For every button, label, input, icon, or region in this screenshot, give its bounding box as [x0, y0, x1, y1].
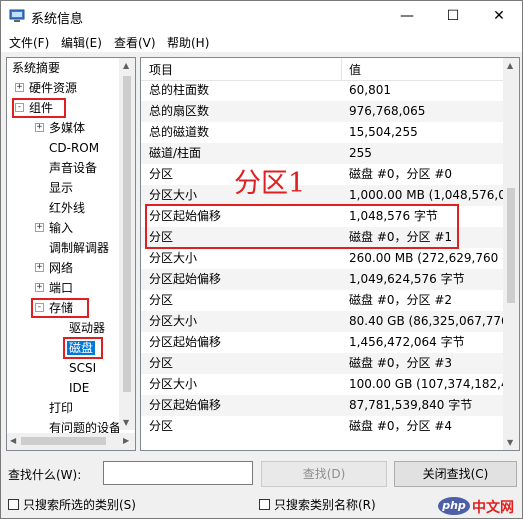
scroll-right-arrow-icon[interactable]: ▶	[123, 436, 129, 445]
highlight-box-storage	[31, 298, 89, 318]
tree-item-ports[interactable]: + 端口	[35, 278, 73, 298]
table-row[interactable]: 分区起始偏移 1,049,624,576 字节	[141, 269, 503, 290]
tree-item-input[interactable]: + 输入	[35, 218, 73, 238]
expand-icon[interactable]: +	[35, 263, 44, 272]
tree-item-printing[interactable]: 打印	[49, 398, 73, 418]
scroll-left-arrow-icon[interactable]: ◀	[10, 436, 16, 445]
tree-item-display[interactable]: 显示	[49, 178, 73, 198]
scroll-up-arrow-icon[interactable]: ▲	[507, 61, 513, 70]
menu-file[interactable]: 文件(F)	[9, 34, 49, 51]
tree-item-modem[interactable]: 调制解调器	[49, 238, 109, 258]
table-row[interactable]: 分区起始偏移 87,781,539,840 字节	[141, 395, 503, 416]
highlight-box-disks	[63, 337, 103, 359]
tree-item-ide[interactable]: IDE	[69, 378, 89, 398]
php-logo: php	[438, 497, 470, 515]
tree-item-network[interactable]: + 网络	[35, 258, 73, 278]
menu-help[interactable]: 帮助(H)	[167, 34, 209, 51]
table-row[interactable]: 分区 磁盘 #0，分区 #2	[141, 290, 503, 311]
tree-vertical-scroll-thumb[interactable]	[123, 76, 131, 392]
table-row[interactable]: 分区 磁盘 #0，分区 #4	[141, 416, 503, 437]
search-category-names-checkbox[interactable]: 只搜索类别名称(R)	[259, 496, 376, 513]
tree-item-scsi[interactable]: SCSI	[69, 358, 96, 378]
highlight-box-partition-1	[145, 204, 459, 249]
expand-icon[interactable]: +	[15, 83, 24, 92]
tree-horizontal-scroll-thumb[interactable]	[21, 437, 106, 445]
tree-item-cdrom[interactable]: CD-ROM	[49, 138, 99, 158]
category-tree[interactable]: 系统摘要 + 硬件资源 - 组件 + 多媒体 CD-ROM 声音设备 显示 红外…	[6, 57, 136, 451]
expand-icon[interactable]: +	[35, 223, 44, 232]
scroll-down-arrow-icon[interactable]: ▼	[507, 438, 513, 447]
menu-view[interactable]: 查看(V)	[114, 34, 156, 51]
maximize-button[interactable]: ☐	[430, 1, 476, 32]
table-row[interactable]: 分区大小 1,000.00 MB (1,048,576,000	[141, 185, 519, 206]
table-row[interactable]: 分区大小 100.00 GB (107,374,182,40	[141, 374, 516, 395]
system-information-window: 系统信息 — ☐ ✕ 文件(F) 编辑(E) 查看(V) 帮助(H) 系统摘要 …	[0, 0, 523, 519]
column-divider[interactable]	[341, 58, 342, 80]
find-button[interactable]: 查找(D)	[261, 461, 387, 487]
table-row[interactable]: 分区起始偏移 1,456,472,064 字节	[141, 332, 503, 353]
expand-icon[interactable]: +	[35, 283, 44, 292]
list-vertical-scroll-thumb[interactable]	[507, 188, 515, 303]
table-row[interactable]: 总的扇区数 976,768,065	[141, 101, 503, 122]
table-row[interactable]: 磁道/柱面 255	[141, 143, 503, 164]
tree-item-drives[interactable]: 驱动器	[69, 318, 105, 338]
tree-item-hardware-resources[interactable]: + 硬件资源	[15, 78, 77, 98]
tree-vertical-scrollbar[interactable]: ▲ ▼	[119, 58, 135, 430]
menu-bar: 文件(F) 编辑(E) 查看(V) 帮助(H)	[1, 32, 522, 52]
table-row[interactable]: 分区 磁盘 #0，分区 #3	[141, 353, 503, 374]
title-bar: 系统信息 — ☐ ✕	[1, 1, 522, 32]
watermark-text: 中文网	[472, 500, 514, 516]
checkbox-icon[interactable]	[259, 499, 270, 510]
tree-item-system-summary[interactable]: 系统摘要	[12, 58, 60, 78]
close-find-button[interactable]: 关闭查找(C)	[394, 461, 517, 487]
tree-item-multimedia[interactable]: + 多媒体	[35, 118, 85, 138]
find-what-input[interactable]	[103, 461, 253, 485]
minimize-button[interactable]: —	[384, 1, 430, 32]
find-what-label: 查找什么(W):	[8, 468, 82, 482]
search-selected-category-checkbox[interactable]: 只搜索所选的类别(S)	[8, 496, 136, 513]
system-info-app-icon	[9, 9, 25, 22]
column-header-value[interactable]: 值	[349, 61, 361, 78]
tree-item-sound-devices[interactable]: 声音设备	[49, 158, 97, 178]
table-row[interactable]: 分区 磁盘 #0，分区 #0	[141, 164, 503, 185]
partition-1-annotation: 分区1	[234, 168, 306, 199]
tree-item-infrared[interactable]: 红外线	[49, 198, 85, 218]
highlight-box-components	[12, 98, 66, 118]
list-header: 项目 值	[141, 58, 503, 81]
scroll-up-arrow-icon[interactable]: ▲	[123, 61, 129, 70]
list-vertical-scrollbar[interactable]: ▲ ▼	[503, 58, 519, 450]
close-button[interactable]: ✕	[476, 1, 522, 32]
table-row[interactable]: 分区大小 260.00 MB (272,629,760 字	[141, 248, 514, 269]
menu-edit[interactable]: 编辑(E)	[61, 34, 102, 51]
scroll-down-arrow-icon[interactable]: ▼	[123, 418, 129, 427]
tree-horizontal-scrollbar[interactable]: ◀ ▶	[7, 433, 135, 450]
window-title: 系统信息	[31, 12, 84, 27]
checkbox-icon[interactable]	[8, 499, 19, 510]
table-row[interactable]: 总的柱面数 60,801	[141, 80, 503, 101]
table-row[interactable]: 分区大小 80.40 GB (86,325,067,776 字	[141, 311, 519, 332]
php-cn-watermark: php 中文网	[438, 497, 522, 519]
expand-icon[interactable]: +	[35, 123, 44, 132]
column-header-item[interactable]: 项目	[149, 61, 173, 78]
details-list[interactable]: 项目 值 总的柱面数 60,801 总的扇区数 976,768,065 总的磁道数 1…	[140, 57, 520, 451]
table-row[interactable]: 总的磁道数 15,504,255	[141, 122, 503, 143]
